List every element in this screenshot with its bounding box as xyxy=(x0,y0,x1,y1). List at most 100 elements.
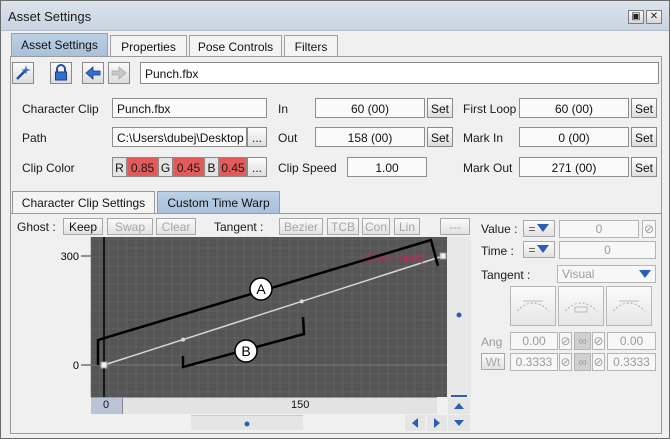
path-browse-button[interactable]: ... xyxy=(247,127,267,147)
out-field[interactable]: 158 (00) xyxy=(315,127,425,147)
lock-icon[interactable] xyxy=(50,62,72,84)
wt-right-link-icon[interactable]: ⊘ xyxy=(592,353,605,371)
in-set-button[interactable]: Set xyxy=(427,98,453,118)
tab-properties[interactable]: Properties xyxy=(110,35,187,56)
value-field[interactable]: 0 xyxy=(559,220,639,238)
subtab-divider xyxy=(11,213,662,214)
tangent-label: Tangent : xyxy=(214,220,264,234)
clip-color-g-field[interactable]: 0.45 xyxy=(173,157,204,177)
clip-speed-label: Clip Speed xyxy=(278,161,337,175)
wt-button[interactable]: Wt xyxy=(481,353,505,370)
tangent-type-label: Tangent : xyxy=(481,268,531,282)
clip-color-r-field[interactable]: 0.85 xyxy=(127,157,158,177)
out-label: Out xyxy=(278,131,298,145)
title-bar: Asset Settings ▣ ✕ xyxy=(1,1,669,31)
mark-out-field[interactable]: 271 (00) xyxy=(519,157,629,177)
clip-color-label: Clip Color xyxy=(22,161,75,175)
tab-custom-time-warp[interactable]: Custom Time Warp xyxy=(157,191,280,213)
arrow-right-icon[interactable] xyxy=(108,62,130,84)
first-loop-label: First Loop xyxy=(463,102,517,116)
mark-in-field[interactable]: 0 (00) xyxy=(519,127,629,147)
clear-button[interactable]: Clear xyxy=(156,218,196,235)
wt-left-link-icon[interactable]: ⊘ xyxy=(559,353,572,371)
value-mode-equals: = xyxy=(528,222,536,236)
out-set-button[interactable]: Set xyxy=(427,127,453,147)
value-mode-dropdown[interactable]: = xyxy=(523,220,555,237)
time-mode-dropdown[interactable]: = xyxy=(523,241,555,258)
window-title: Asset Settings xyxy=(8,9,92,24)
tangent-type-dropdown[interactable]: Visual xyxy=(557,265,656,283)
tangent-smooth-icon[interactable] xyxy=(558,286,604,326)
horizontal-scrollbar[interactable] xyxy=(191,415,303,430)
time-warp-graph[interactable]: 300 0 (Story Input) A B xyxy=(11,237,471,397)
con-button[interactable]: Con xyxy=(362,218,390,235)
ang-left-field[interactable]: 0.00 xyxy=(510,332,558,350)
ang-right-field[interactable]: 0.00 xyxy=(607,332,656,350)
callout-b-label: B xyxy=(241,343,250,359)
time-warp-graph-svg: 300 0 (Story Input) A B xyxy=(11,237,471,397)
time-mode-equals: = xyxy=(528,243,536,257)
tab-filters[interactable]: Filters xyxy=(284,35,338,56)
ang-label: Ang xyxy=(481,335,503,349)
wt-right-field[interactable]: 0.3333 xyxy=(607,353,656,371)
y-tick-label: 300 xyxy=(61,251,79,263)
tangent-flat-out-icon[interactable] xyxy=(606,286,652,326)
clip-color-b-field[interactable]: 0.45 xyxy=(219,157,247,177)
in-label: In xyxy=(278,102,289,116)
callout-a-label: A xyxy=(256,281,266,297)
ang-right-link-icon[interactable]: ⊘ xyxy=(592,332,605,350)
ang-chain-icon[interactable]: ∞ xyxy=(574,332,591,350)
tab-pose-controls[interactable]: Pose Controls xyxy=(189,35,282,56)
wt-left-field[interactable]: 0.3333 xyxy=(510,353,558,371)
y-tick-label: 0 xyxy=(73,360,79,372)
first-loop-set-button[interactable]: Set xyxy=(631,98,657,118)
value-link-icon[interactable]: ⊘ xyxy=(642,220,656,238)
clip-color-r-key: R xyxy=(112,157,127,177)
tab-asset-settings[interactable]: Asset Settings xyxy=(11,33,108,57)
character-clip-label: Character Clip xyxy=(22,102,99,116)
scroll-up-button[interactable] xyxy=(448,398,470,414)
time-ruler-start-tick: 0 xyxy=(91,398,123,414)
scroll-left-button[interactable] xyxy=(405,415,425,431)
restore-icon[interactable]: ▣ xyxy=(628,10,644,24)
in-field[interactable]: 60 (00) xyxy=(315,98,425,118)
wand-icon[interactable] xyxy=(12,62,34,84)
swap-button[interactable]: Swap xyxy=(107,218,153,235)
mark-in-label: Mark In xyxy=(463,131,504,145)
scroll-down-button[interactable] xyxy=(448,415,470,431)
clip-color-browse-button[interactable]: ... xyxy=(247,157,267,177)
clip-color-g-key: G xyxy=(158,157,173,177)
curve-point xyxy=(181,337,186,342)
mark-out-set-button[interactable]: Set xyxy=(631,157,657,177)
arrow-left-icon[interactable] xyxy=(82,62,104,84)
tangent-flat-in-icon[interactable] xyxy=(510,286,556,326)
path-field[interactable]: C:\Users\dubej\Desktop xyxy=(112,127,247,147)
bezier-button[interactable]: Bezier xyxy=(279,218,323,235)
path-label: Path xyxy=(22,131,47,145)
scroll-right-button[interactable] xyxy=(427,415,447,431)
clip-speed-field[interactable]: 1.00 xyxy=(347,157,427,177)
tab-character-clip-settings[interactable]: Character Clip Settings xyxy=(12,191,155,213)
first-loop-field[interactable]: 60 (00) xyxy=(519,98,629,118)
value-label: Value : xyxy=(481,222,518,236)
time-ruler[interactable]: 0 150 xyxy=(91,397,437,414)
mark-out-label: Mark Out xyxy=(463,161,513,175)
mark-in-set-button[interactable]: Set xyxy=(631,127,657,147)
close-icon[interactable]: ✕ xyxy=(646,10,662,24)
time-ruler-tick-label: 150 xyxy=(291,399,310,411)
clip-name-display: Punch.fbx xyxy=(140,62,659,84)
tangent-type-value: Visual xyxy=(562,267,595,281)
curve-key-end[interactable] xyxy=(439,252,447,260)
lin-button[interactable]: Lin xyxy=(394,218,420,235)
vertical-scroll-thumb[interactable] xyxy=(456,312,462,318)
keep-button[interactable]: Keep xyxy=(63,218,103,235)
clip-color-b-key: B xyxy=(204,157,219,177)
tcb-button[interactable]: TCB xyxy=(327,218,359,235)
character-clip-field[interactable]: Punch.fbx xyxy=(112,98,267,118)
ang-left-link-icon[interactable]: ⊘ xyxy=(559,332,572,350)
time-field[interactable]: 0 xyxy=(559,241,656,259)
wt-chain-icon[interactable]: ∞ xyxy=(574,353,591,371)
ghost-label: Ghost : xyxy=(17,220,56,234)
curve-key-start[interactable] xyxy=(100,361,108,369)
more-button[interactable]: --- xyxy=(440,218,470,235)
